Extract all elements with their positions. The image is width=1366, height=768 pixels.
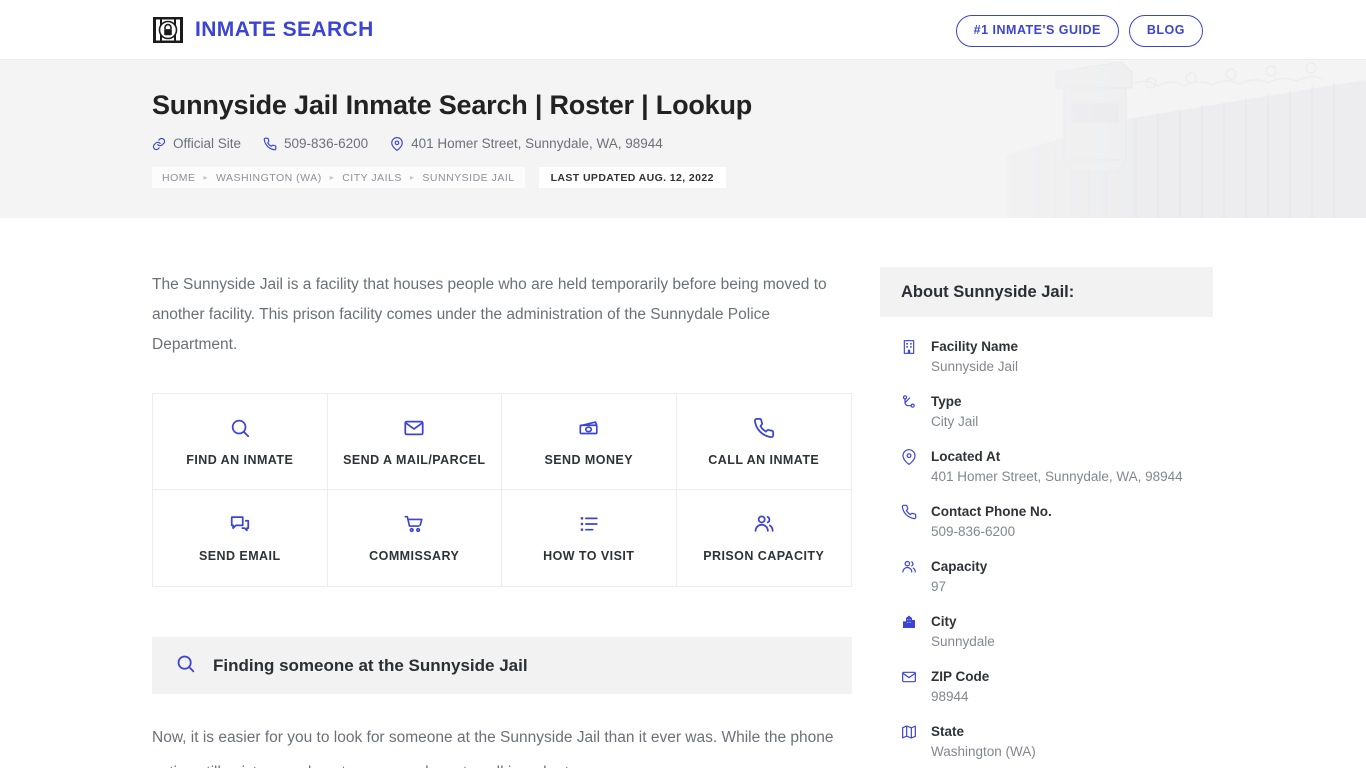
action-call-an-inmate[interactable]: CALL AN INMATE xyxy=(676,394,851,490)
sidebar-item-key: Type xyxy=(931,394,962,409)
action-prison-capacity[interactable]: PRISON CAPACITY xyxy=(676,490,851,586)
sidebar-item-value: 98944 xyxy=(931,689,969,704)
article-column: The Sunnyside Jail is a facility that ho… xyxy=(152,218,852,768)
breadcrumb-item-state[interactable]: WASHINGTON (WA) xyxy=(216,172,322,184)
breadcrumb-item-city-jails[interactable]: CITY JAILS xyxy=(342,172,402,184)
brand-home-link[interactable]: INMATE SEARCH xyxy=(152,14,374,46)
sidebar-item-key: Contact Phone No. xyxy=(931,504,1052,519)
breadcrumb-item-home[interactable]: HOME xyxy=(162,172,196,184)
list-icon xyxy=(578,513,600,535)
last-updated-badge: LAST UPDATED AUG. 12, 2022 xyxy=(538,167,726,189)
sidebar-item-located-at: Located At 401 Homer Street, Sunnydale, … xyxy=(901,447,1193,487)
chat-icon xyxy=(229,513,251,535)
money-icon xyxy=(578,417,600,439)
sidebar-item-value: Sunnyside Jail xyxy=(931,359,1019,374)
phone-icon xyxy=(901,502,918,520)
sidebar-item-key: ZIP Code xyxy=(931,669,990,684)
sidebar-item-capacity: Capacity 97 xyxy=(901,557,1193,597)
sidebar-list: Facility Name Sunnyside Jail Type City J… xyxy=(880,317,1213,768)
sidebar-title: About Sunnyside Jail: xyxy=(880,267,1213,317)
sidebar-item-zip-code: ZIP Code 98944 xyxy=(901,667,1193,707)
shopping-cart-icon xyxy=(403,513,425,535)
sidebar-item-value: 401 Homer Street, Sunnydale, WA, 98944 xyxy=(931,469,1183,484)
people-icon xyxy=(901,557,918,575)
link-icon xyxy=(152,137,166,151)
sidebar-item-value: Sunnydale xyxy=(931,634,995,649)
intro-paragraph: The Sunnyside Jail is a facility that ho… xyxy=(152,276,827,353)
hero-content: Sunnyside Jail Inmate Search | Roster | … xyxy=(152,60,912,189)
official-site-label: Official Site xyxy=(173,136,242,152)
sidebar-item-key: Capacity xyxy=(931,559,988,574)
sidebar-item-value: 509-836-6200 xyxy=(931,524,1016,539)
hero-address-label: 401 Homer Street, Sunnydale, WA, 98944 xyxy=(411,136,663,152)
action-commissary[interactable]: COMMISSARY xyxy=(327,490,502,586)
action-label: CALL AN INMATE xyxy=(708,452,820,467)
action-send-email[interactable]: SEND EMAIL xyxy=(153,490,328,586)
location-pin-icon xyxy=(390,136,404,151)
chevron-right-icon: ▸ xyxy=(409,173,415,183)
sidebar-item-contact-phone: Contact Phone No. 509-836-6200 xyxy=(901,502,1193,542)
about-sidebar: About Sunnyside Jail: Facility Name Sunn… xyxy=(880,267,1213,768)
action-label: SEND EMAIL xyxy=(198,549,281,563)
site-header: INMATE SEARCH #1 INMATE'S GUIDE BLOG xyxy=(0,0,1366,60)
header-actions: #1 INMATE'S GUIDE BLOG xyxy=(955,15,1203,47)
building-icon xyxy=(901,337,918,355)
sidebar-item-key: Facility Name xyxy=(931,339,1019,354)
prison-watchtower-image xyxy=(946,60,1366,218)
page-title: Sunnyside Jail Inmate Search | Roster | … xyxy=(152,90,753,120)
action-grid: FIND AN INMATE SEND A MAIL/PARCEL SEND M… xyxy=(152,393,852,587)
breadcrumb-item-current: SUNNYSIDE JAIL xyxy=(422,171,515,184)
body-paragraph: Now, it is easier for you to look for so… xyxy=(152,729,834,768)
action-find-an-inmate[interactable]: FIND AN INMATE xyxy=(153,394,328,490)
sidebar-item-city: City Sunnydale xyxy=(901,612,1193,652)
action-send-a-mail-parcel[interactable]: SEND A MAIL/PARCEL xyxy=(327,394,502,490)
search-icon xyxy=(175,653,196,679)
page-root: INMATE SEARCH #1 INMATE'S GUIDE BLOG Sun… xyxy=(0,0,1366,768)
sidebar-item-key: Located At xyxy=(931,449,1001,464)
people-icon xyxy=(753,513,775,535)
action-label: SEND MONEY xyxy=(544,452,634,467)
sidebar-item-value: 97 xyxy=(931,579,947,594)
hero-phone-label: 509-836-6200 xyxy=(284,136,369,152)
chevron-right-icon: ▸ xyxy=(329,173,335,183)
sidebar-item-state: State Washington (WA) xyxy=(901,722,1193,762)
breadcrumb-bar: HOME ▸ WASHINGTON (WA) ▸ CITY JAILS ▸ SU… xyxy=(152,167,912,189)
envelope-icon xyxy=(403,417,425,439)
section-heading-finding-someone: Finding someone at the Sunnyside Jail xyxy=(152,637,852,694)
hero-phone[interactable]: 509-836-6200 xyxy=(263,136,368,151)
map-icon xyxy=(901,722,918,740)
hero-meta: Official Site 509-836-6200 401 Homer Str… xyxy=(152,136,912,151)
sidebar-item-type: Type City Jail xyxy=(901,392,1193,432)
blog-button[interactable]: BLOG xyxy=(1128,15,1203,47)
inmates-guide-button[interactable]: #1 INMATE'S GUIDE xyxy=(955,15,1119,47)
breadcrumb: HOME ▸ WASHINGTON (WA) ▸ CITY JAILS ▸ SU… xyxy=(152,167,525,189)
hero-section: Sunnyside Jail Inmate Search | Roster | … xyxy=(0,60,1366,218)
sidebar-item-key: State xyxy=(931,724,965,739)
city-icon xyxy=(901,612,918,630)
action-label: HOW TO VISIT xyxy=(543,549,635,563)
action-send-money[interactable]: SEND MONEY xyxy=(502,394,677,490)
envelope-icon xyxy=(901,667,918,685)
chevron-right-icon: ▸ xyxy=(203,173,209,183)
location-pin-icon xyxy=(901,447,918,465)
phone-icon xyxy=(263,137,277,151)
sidebar-item-value: City Jail xyxy=(931,414,979,429)
phone-icon xyxy=(753,417,775,439)
sidebar-item-facility-name: Facility Name Sunnyside Jail xyxy=(901,337,1193,377)
action-label: COMMISSARY xyxy=(369,549,460,563)
action-label: SEND A MAIL/PARCEL xyxy=(343,452,486,467)
action-label: FIND AN INMATE xyxy=(186,452,294,467)
section-heading-title: Finding someone at the Sunnyside Jail xyxy=(213,655,528,675)
jail-lock-icon xyxy=(152,14,184,46)
action-how-to-visit[interactable]: HOW TO VISIT xyxy=(502,490,677,586)
search-icon xyxy=(229,417,251,439)
official-site-link[interactable]: Official Site xyxy=(152,136,241,151)
node-branch-icon xyxy=(901,392,918,410)
brand-name: INMATE SEARCH xyxy=(195,18,374,41)
hero-address: 401 Homer Street, Sunnydale, WA, 98944 xyxy=(390,136,663,151)
sidebar-item-key: City xyxy=(931,614,957,629)
action-label: PRISON CAPACITY xyxy=(703,549,825,563)
sidebar-item-value: Washington (WA) xyxy=(931,744,1036,759)
